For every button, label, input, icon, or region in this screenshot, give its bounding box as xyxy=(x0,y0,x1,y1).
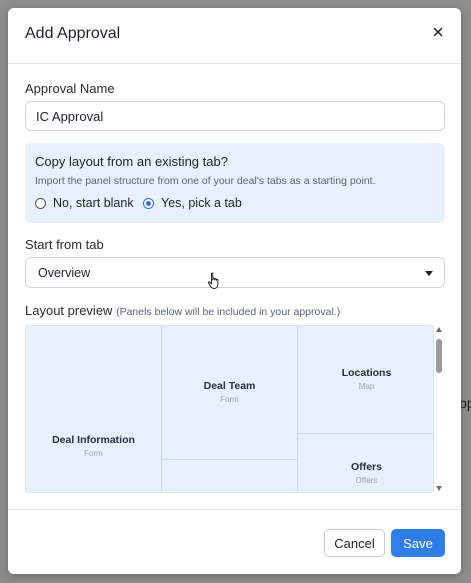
cancel-button[interactable]: Cancel xyxy=(324,529,385,557)
panel-label-wrap: Offers Offers xyxy=(298,461,433,485)
start-from-tab-select[interactable]: Overview xyxy=(25,257,445,288)
select-value: Overview xyxy=(38,266,91,280)
close-icon xyxy=(433,27,443,37)
scroll-down-arrow-icon[interactable] xyxy=(436,486,442,491)
radio-button-checked[interactable] xyxy=(143,197,154,209)
panel-subtitle: Map xyxy=(358,382,375,391)
panel-label-wrap: Deal Information Form xyxy=(26,434,161,458)
radio-pick-tab-label: Yes, pick a tab xyxy=(161,196,242,210)
copy-layout-panel: Copy layout from an existing tab? Import… xyxy=(25,143,445,223)
save-button[interactable]: Save xyxy=(391,529,445,557)
chevron-down-icon xyxy=(425,271,433,276)
close-button[interactable] xyxy=(431,25,445,39)
approval-name-label: Approval Name xyxy=(25,81,115,96)
panel-subtitle: Form xyxy=(84,449,103,458)
add-approval-modal: Add Approval Approval Name Copy layout f… xyxy=(8,8,461,574)
panel-subtitle: Form xyxy=(220,395,239,404)
start-from-tab-label: Start from tab xyxy=(25,237,104,252)
preview-scrollbar[interactable] xyxy=(434,325,445,493)
panel-title: Deal Information xyxy=(52,434,135,446)
panel-title: Offers xyxy=(351,461,382,473)
radio-start-blank-label: No, start blank xyxy=(53,196,134,210)
approval-name-input[interactable] xyxy=(25,101,445,131)
panel-title: Deal Team xyxy=(203,380,256,392)
preview-panel-deal-team: Deal Team Form xyxy=(162,326,298,460)
copy-layout-title: Copy layout from an existing tab? xyxy=(35,154,228,169)
panel-subtitle: Offers xyxy=(355,476,378,485)
panel-label-wrap: Locations Map xyxy=(298,367,433,391)
radio-pick-tab[interactable]: Yes, pick a tab xyxy=(143,196,242,210)
radio-start-blank[interactable]: No, start blank xyxy=(35,196,134,210)
preview-panel-empty xyxy=(162,460,298,492)
radio-button-unchecked[interactable] xyxy=(35,197,46,209)
preview-panel-deal-information: Deal Information Form xyxy=(26,326,162,492)
modal-title: Add Approval xyxy=(25,25,121,42)
modal-header: Add Approval xyxy=(8,8,461,64)
panel-label-wrap: Deal Team Form xyxy=(162,380,297,404)
preview-panel-locations: Locations Map xyxy=(298,326,433,434)
layout-preview-title: Layout preview xyxy=(25,303,113,318)
layout-preview-label: Layout preview (Panels below will be inc… xyxy=(25,303,340,318)
panel-title: Locations xyxy=(341,367,392,379)
hand-cursor-icon xyxy=(207,272,219,289)
modal-footer: Cancel Save xyxy=(8,509,461,574)
preview-panel-offers: Offers Offers xyxy=(298,434,433,492)
copy-layout-description: Import the panel structure from one of y… xyxy=(35,175,376,187)
scroll-thumb[interactable] xyxy=(436,339,442,373)
layout-preview-hint: (Panels below will be included in your a… xyxy=(116,306,341,318)
layout-preview-area[interactable]: Deal Information Form Deal Team Form Loc… xyxy=(25,325,434,493)
scroll-up-arrow-icon[interactable] xyxy=(436,327,442,332)
